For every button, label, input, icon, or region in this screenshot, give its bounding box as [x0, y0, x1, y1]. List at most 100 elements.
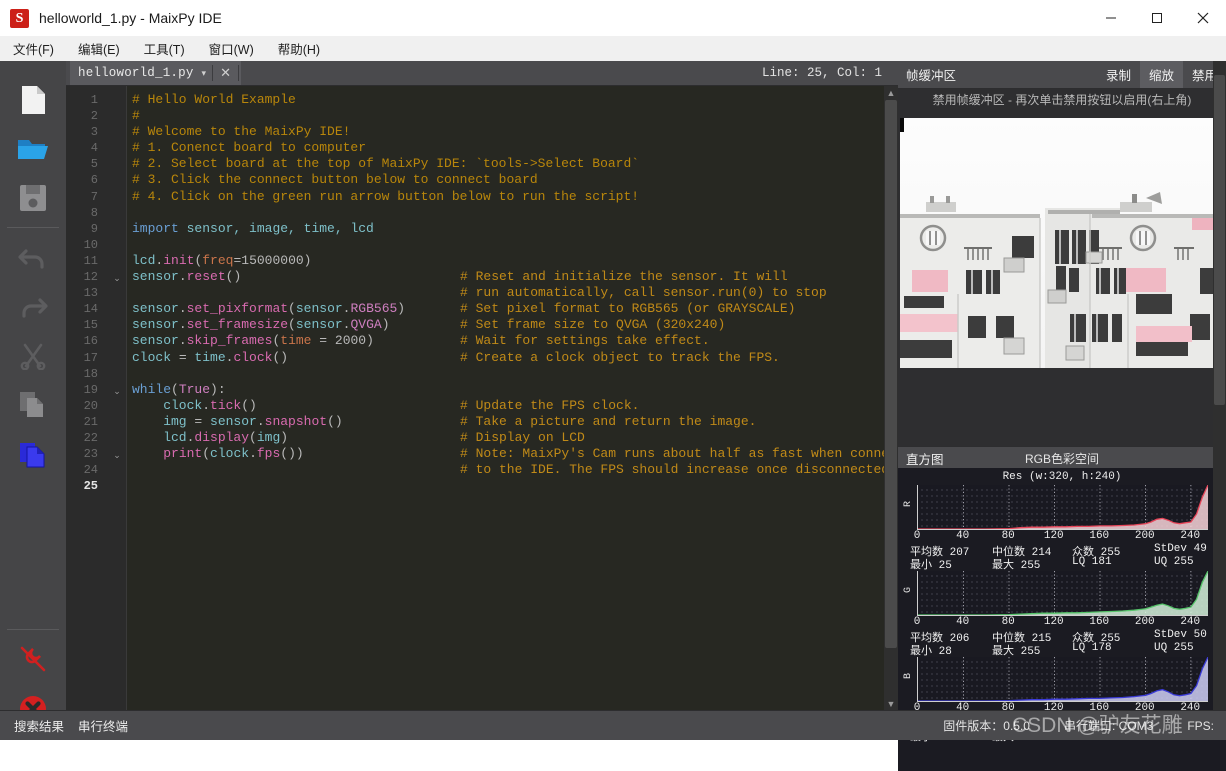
line-number: 22 — [83, 430, 98, 445]
editor-vertical-scrollbar[interactable]: ▲ ▼ — [884, 86, 898, 711]
scroll-up-arrow-icon[interactable]: ▲ — [886, 88, 896, 98]
close-button[interactable] — [1180, 0, 1226, 36]
editor-panel: helloworld_1.py ▾ ✕ Line: 25, Col: 1 1 # … — [66, 61, 898, 711]
window-controls — [1088, 0, 1226, 36]
axis-tick-label: 80 — [1001, 530, 1015, 542]
code-line: 19 ⌄ while(True): — [66, 382, 898, 398]
code-line-text: # 4. Click on the green run arrow button… — [132, 188, 640, 204]
statistics-row: 平均数 207 中位数 214 众数 255 StDev 49 — [904, 543, 1222, 559]
code-inline-comment: # Reset and initialize the sensor. It wi… — [460, 269, 788, 285]
close-icon[interactable]: ✕ — [213, 65, 238, 81]
tab-divider-2 — [237, 65, 239, 81]
code-line-text: # 1. Conenct board to computer — [132, 140, 367, 156]
disconnect-icon[interactable] — [0, 635, 66, 684]
minimize-button[interactable] — [1088, 0, 1134, 36]
statistic-cell: UQ 255 — [1154, 642, 1194, 654]
axis-tick-label: 120 — [1043, 530, 1064, 542]
zoom-button[interactable]: 缩放 — [1139, 61, 1183, 88]
line-number: 7 — [90, 189, 98, 204]
line-number: 16 — [83, 334, 98, 349]
framebuffer-header: 帧缓冲区 录制 缩放 禁用 — [898, 61, 1226, 89]
code-line-text: # Hello World Example — [132, 92, 296, 107]
code-line-text: while(True): — [132, 381, 226, 397]
code-line-text: import sensor, image, time, lcd — [132, 220, 374, 236]
code-line: 11 lcd.init(freq=15000000) — [66, 253, 898, 269]
status-right-group: 固件版本：0.5.0 串行端口: COM3 FPS: — [909, 717, 1214, 734]
code-editor[interactable]: 1 # Hello World Example 2 #3 # Welcome to th… — [66, 86, 898, 711]
record-button[interactable]: 录制 — [1097, 61, 1140, 88]
statistics-row: 最小 28 最大 255 LQ 178 UQ 255 — [904, 642, 1222, 658]
tab-search-results[interactable]: 搜索结果 — [14, 716, 64, 735]
open-folder-icon[interactable] — [0, 124, 66, 173]
undo-icon[interactable] — [0, 233, 66, 282]
fps-status: FPS: — [1187, 718, 1214, 733]
code-line-text: # — [132, 108, 140, 124]
code-line: 17 clock = time.clock() # Create a clock o… — [66, 350, 898, 366]
camera-preview[interactable] — [900, 118, 1226, 368]
line-number: 2 — [90, 109, 98, 124]
maixpy-ide-window: S helloworld_1.py - MaixPy IDE 文件(F) 编辑(… — [0, 0, 1226, 771]
code-inline-comment: # Take a picture and return the image. — [460, 413, 757, 429]
histogram-channel-R: R 0 40 80 120 160 200 240 平均数 207 中位数 214 众数 255 St… — [898, 483, 1226, 572]
scroll-down-arrow-icon[interactable]: ▼ — [886, 699, 896, 709]
line-number: 6 — [90, 173, 98, 188]
code-line-text: # 3. Click the connect button below to c… — [132, 172, 538, 188]
statistic-cell: StDev 49 — [1154, 543, 1207, 555]
menu-file[interactable]: 文件(F) — [2, 36, 65, 61]
new-file-icon[interactable] — [0, 75, 66, 124]
channel-statistics: 平均数 206 中位数 215 众数 255 StDev 50 最小 28 最大 255 L… — [904, 629, 1222, 658]
code-line: 8 — [66, 205, 898, 221]
axis-tick-label: 40 — [956, 616, 970, 628]
tab-serial-terminal[interactable]: 串行终端 — [78, 716, 128, 735]
histogram-channel-G: G 0 40 80 120 160 200 240 平均数 206 中位数 215 众数 255 St… — [898, 569, 1226, 658]
axis-tick-label: 240 — [1180, 530, 1201, 542]
code-line-text: img = sensor.snapshot() — [132, 413, 343, 429]
channel-label: G — [903, 586, 914, 593]
code-line-text: sensor.skip_frames(time = 2000) — [132, 333, 374, 349]
cut-icon[interactable] — [0, 331, 66, 380]
menu-edit[interactable]: 编辑(E) — [67, 36, 131, 61]
left-toolbar — [0, 61, 67, 739]
menu-help[interactable]: 帮助(H) — [267, 36, 331, 61]
code-line-text: clock = time.clock() — [132, 349, 289, 365]
code-inline-comment: # run automatically, call sensor.run(0) … — [460, 285, 827, 301]
axis-tick-label: 160 — [1089, 616, 1110, 628]
code-line: 16 sensor.skip_frames(time = 2000) # Wait … — [66, 333, 898, 349]
code-line: 5 # 2. Select board at the top of MaixPy … — [66, 156, 898, 172]
line-number: 1 — [90, 93, 98, 107]
line-number: 13 — [83, 286, 98, 301]
code-line: 22 lcd.display(img) # Display on LCD — [66, 430, 898, 446]
editor-tab-bar: helloworld_1.py ▾ ✕ Line: 25, Col: 1 — [66, 61, 898, 86]
toolbar-divider — [7, 227, 59, 228]
histogram-plot — [917, 571, 1208, 616]
copy-icon[interactable] — [0, 380, 66, 429]
axis-tick-label: 0 — [913, 530, 921, 542]
editor-scroll-thumb[interactable] — [885, 100, 897, 648]
code-line: 12 ⌄ sensor.reset() # Reset and initialize … — [66, 269, 898, 285]
code-content[interactable]: 1 # Hello World Example 2 #3 # Welcome to th… — [66, 92, 898, 494]
maximize-button[interactable] — [1134, 0, 1180, 36]
code-line: 6 # 3. Click the connect button below to … — [66, 172, 898, 188]
window-title: helloworld_1.py - MaixPy IDE — [39, 10, 222, 26]
save-icon[interactable] — [0, 173, 66, 222]
code-inline-comment: # Set frame size to QVGA (320x240) — [460, 317, 726, 333]
menu-window[interactable]: 窗口(W) — [198, 36, 265, 61]
menu-bar: 文件(F) 编辑(E) 工具(T) 窗口(W) 帮助(H) — [0, 36, 1226, 62]
code-line-text: lcd.init(freq=15000000) — [132, 252, 312, 268]
chevron-down-icon[interactable]: ▾ — [202, 68, 207, 79]
editor-tab[interactable]: helloworld_1.py ▾ ✕ — [70, 61, 241, 85]
histogram-channels: R 0 40 80 120 160 200 240 平均数 207 中位数 214 众数 255 St… — [898, 483, 1226, 744]
axis-tick-label: 240 — [1180, 616, 1201, 628]
axis-tick-label: 200 — [1134, 616, 1155, 628]
line-number: 9 — [90, 221, 98, 236]
redo-icon[interactable] — [0, 282, 66, 331]
right-panel-scroll-thumb[interactable] — [1214, 75, 1225, 405]
right-panel: 帧缓冲区 录制 缩放 禁用 禁用帧缓冲区 - 再次单击禁用按钮以启用(右上角) — [898, 61, 1226, 771]
paste-icon[interactable] — [0, 429, 66, 478]
statistic-cell: LQ 178 — [1072, 642, 1112, 654]
axis-tick-label: 160 — [1089, 530, 1110, 542]
histogram-x-axis: 0 40 80 120 160 200 240 — [906, 616, 1226, 630]
right-panel-scrollbar[interactable] — [1213, 61, 1226, 710]
menu-tools[interactable]: 工具(T) — [133, 36, 196, 61]
code-inline-comment: # to the IDE. The FPS should increase on… — [460, 462, 897, 478]
